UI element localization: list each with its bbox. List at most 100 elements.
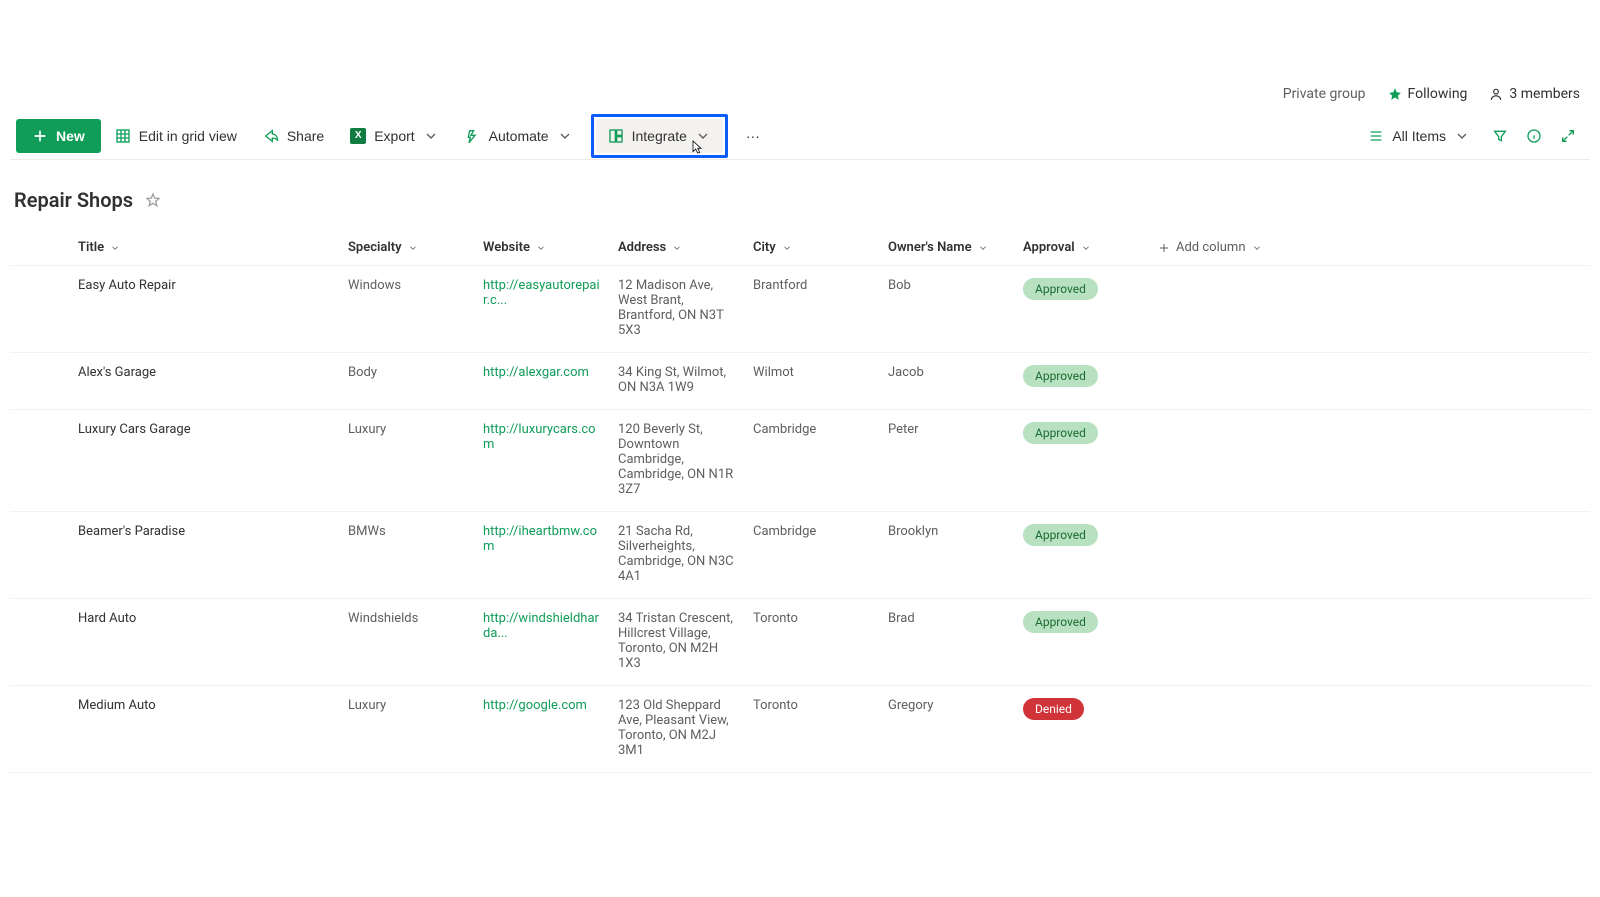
website-link[interactable]: http://google.com [483,698,587,713]
star-outline-icon[interactable] [145,192,161,208]
selector-header [10,230,70,250]
column-owner[interactable]: Owner's Name [880,230,1015,265]
row-selector[interactable] [10,599,70,625]
cell-title[interactable]: Hard Auto [70,599,340,640]
cell-specialty: Body [340,353,475,394]
approval-pill: Denied [1023,698,1084,720]
table-row[interactable]: Hard AutoWindshieldshttp://windshieldhar… [10,599,1590,686]
command-bar: New Edit in grid view Share X Export Aut… [10,112,1590,160]
edit-grid-button[interactable]: Edit in grid view [103,119,249,153]
column-city[interactable]: City [745,230,880,265]
cell-owner: Gregory [880,686,1015,727]
integrate-highlight: Integrate [591,114,728,158]
following-label: Following [1408,86,1468,102]
share-button[interactable]: Share [251,119,336,153]
column-specialty[interactable]: Specialty [340,230,475,265]
table-row[interactable]: Easy Auto RepairWindows http://easyautore… [10,266,1590,353]
cell-empty [1150,410,1350,436]
cell-address: 34 Tristan Crescent, Hillcrest Village, … [610,599,745,685]
cell-title[interactable]: Beamer's Paradise [70,512,340,553]
column-approval[interactable]: Approval [1015,230,1150,265]
table-row[interactable]: Alex's GarageBody http://alexgar.com 34 Ki… [10,353,1590,410]
cell-title[interactable]: Medium Auto [70,686,340,727]
export-button[interactable]: X Export [338,119,450,153]
row-selector[interactable] [10,410,70,436]
export-label: Export [374,128,414,144]
cell-website: http://windshieldharda... [475,599,610,655]
following-status[interactable]: Following [1388,86,1468,102]
column-owner-label: Owner's Name [888,240,972,255]
cell-title[interactable]: Easy Auto Repair [70,266,340,307]
column-approval-label: Approval [1023,240,1075,255]
plus-icon [32,128,48,144]
view-selector[interactable]: All Items [1356,119,1482,153]
cell-owner: Peter [880,410,1015,451]
column-title[interactable]: Title [70,230,340,265]
website-link[interactable]: http://windshieldharda... [483,611,599,641]
cell-address: 12 Madison Ave, West Brant, Brantford, O… [610,266,745,352]
share-label: Share [287,128,324,144]
more-button[interactable]: ··· [734,119,772,153]
row-selector[interactable] [10,353,70,379]
chevron-down-icon [1454,128,1470,144]
cell-city: Cambridge [745,512,880,553]
cell-title[interactable]: Alex's Garage [70,353,340,394]
chevron-down-icon [978,243,988,253]
cell-title[interactable]: Luxury Cars Garage [70,410,340,451]
website-link[interactable]: http://alexgar.com [483,365,589,380]
website-link[interactable]: http://easyautorepair.c... [483,278,600,308]
table-header: Title Specialty Website Address City Own… [10,230,1590,266]
info-icon [1526,128,1542,144]
approval-pill: Approved [1023,611,1098,633]
cell-approval: Approved [1015,599,1150,647]
grid-icon [115,128,131,144]
table-row[interactable]: Luxury Cars GarageLuxuryhttp://luxurycar… [10,410,1590,512]
star-filled-icon [1388,87,1402,101]
person-icon [1489,87,1503,101]
chevron-down-icon [672,243,682,253]
cell-approval: Denied [1015,686,1150,734]
new-button[interactable]: New [16,119,101,153]
row-selector[interactable] [10,512,70,538]
flow-icon [465,128,481,144]
website-link[interactable]: http://iheartbmw.com [483,524,597,554]
info-button[interactable] [1518,119,1550,153]
cell-website: http://alexgar.com [475,353,610,394]
column-website[interactable]: Website [475,230,610,265]
column-address[interactable]: Address [610,230,745,265]
add-column-button[interactable]: Add column [1150,230,1350,265]
filter-icon [1492,128,1508,144]
list-icon [1368,128,1384,144]
column-title-label: Title [78,240,104,255]
add-column-label: Add column [1176,240,1246,255]
chevron-down-icon [423,128,439,144]
row-selector[interactable] [10,686,70,712]
cell-approval: Approved [1015,410,1150,458]
cell-city: Wilmot [745,353,880,394]
cell-city: Brantford [745,266,880,307]
chevron-down-icon [1081,243,1091,253]
plus-icon [1158,242,1170,254]
chevron-down-icon [557,128,573,144]
excel-icon: X [350,128,366,144]
members-count[interactable]: 3 members [1489,86,1580,102]
cell-address: 34 King St, Wilmot, ON N3A 1W9 [610,353,745,409]
automate-button[interactable]: Automate [453,119,585,153]
table-row[interactable]: Beamer's ParadiseBMWshttp://iheartbmw.co… [10,512,1590,599]
new-button-label: New [56,128,85,144]
cell-specialty: Windows [340,266,475,307]
table-row[interactable]: Medium AutoLuxuryhttp://google.com123 Ol… [10,686,1590,773]
cell-empty [1150,353,1350,379]
members-label: 3 members [1509,86,1580,102]
column-address-label: Address [618,240,666,255]
filter-button[interactable] [1484,119,1516,153]
cell-city: Toronto [745,686,880,727]
cell-website: http://easyautorepair.c... [475,266,610,322]
row-selector[interactable] [10,266,70,292]
column-specialty-label: Specialty [348,240,402,255]
website-link[interactable]: http://luxurycars.com [483,422,596,452]
integrate-button[interactable]: Integrate [596,119,723,153]
expand-button[interactable] [1552,119,1584,153]
chevron-down-icon [110,243,120,253]
cell-website: http://google.com [475,686,610,727]
